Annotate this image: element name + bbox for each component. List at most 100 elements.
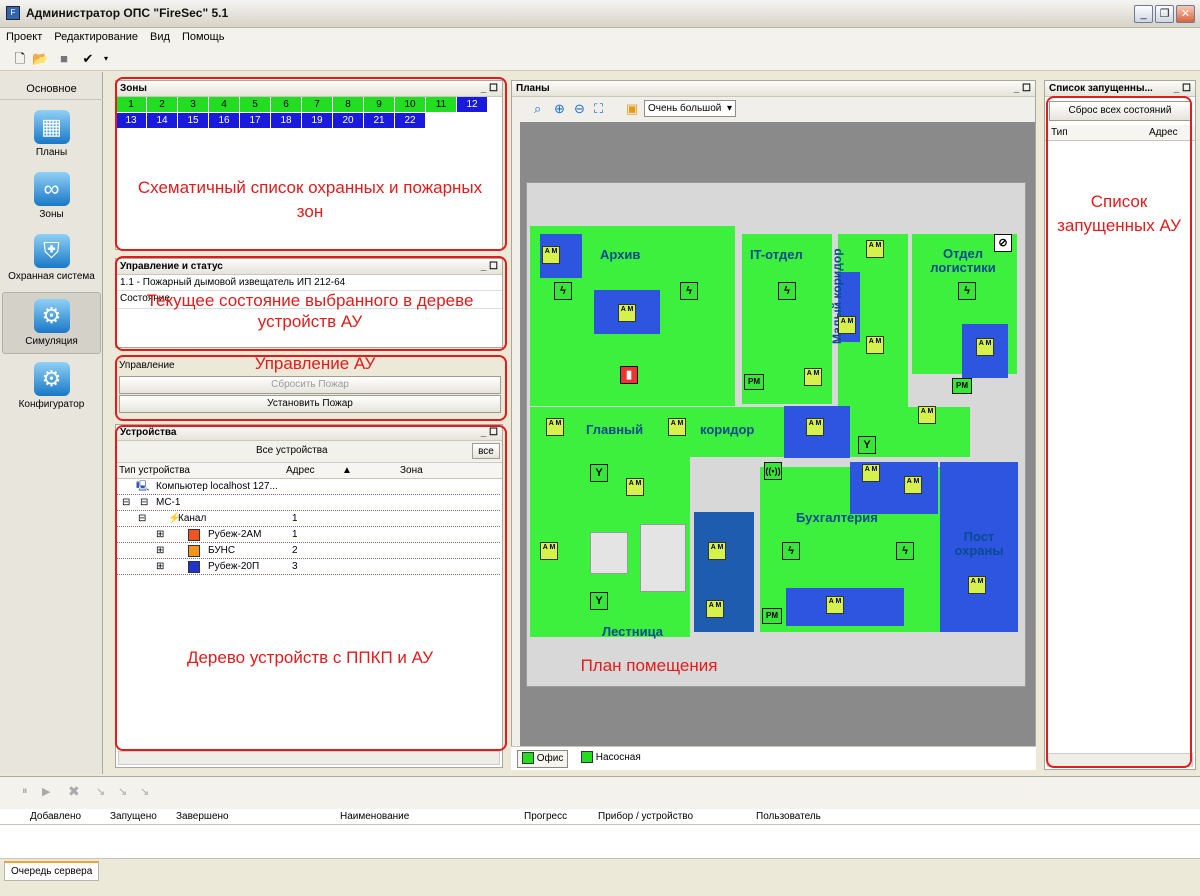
tab-office[interactable]: Офис [517, 750, 569, 768]
col-name[interactable]: Наименование [340, 811, 409, 822]
label-stairs: Лестница [602, 624, 664, 639]
detector-am-icon[interactable]: A M [546, 418, 564, 436]
detector-am-icon[interactable]: A M [976, 338, 994, 356]
detector-am-icon[interactable]: A M [618, 304, 636, 322]
switch-icon[interactable]: ϟ [554, 282, 572, 300]
switch-icon[interactable]: ϟ [782, 542, 800, 560]
col-finished[interactable]: Завершено [176, 811, 229, 822]
nav-item-plans[interactable]: ▦ Планы [2, 104, 101, 166]
zoom-select[interactable]: Очень большой ▾ [644, 100, 736, 117]
devices-scrollbar[interactable] [118, 751, 500, 765]
floor-plan-canvas[interactable]: Архив IT-отдел Отдел логистики Малый кор… [520, 122, 1035, 747]
tab-server-queue[interactable]: Очередь сервера [4, 861, 100, 881]
detector-am-icon[interactable]: A M [706, 600, 724, 618]
switch-icon[interactable]: ϟ [896, 542, 914, 560]
panel-controls[interactable]: _ ☐ [1174, 81, 1191, 97]
detector-am-icon[interactable]: A M [838, 316, 856, 334]
zoom-in-icon[interactable]: ⊕ [554, 101, 565, 117]
zoom-icon[interactable]: ⌕ [534, 101, 541, 117]
pm-module-icon[interactable]: PM [762, 608, 782, 624]
task-icon[interactable]: ↘ [96, 785, 105, 798]
save-icon[interactable]: ■ [56, 51, 72, 67]
pump-plan-icon [581, 751, 593, 764]
col-progress[interactable]: Прогресс [524, 811, 567, 822]
detector-am-icon[interactable]: A M [826, 596, 844, 614]
detector-am-icon[interactable]: A M [862, 464, 880, 482]
label-main: Главный [586, 422, 644, 437]
valve-y-icon[interactable]: Y [590, 464, 608, 482]
label-archive: Архив [600, 247, 641, 262]
check-icon[interactable]: ✔ [80, 51, 96, 67]
chevron-down-icon: ▾ [726, 103, 732, 114]
menu-help[interactable]: Помощь [176, 28, 231, 43]
nav-item-zones[interactable]: ∞ Зоны [2, 166, 101, 228]
detector-am-icon[interactable]: A M [542, 246, 560, 264]
task-icon[interactable]: ↘ [118, 785, 127, 798]
label-security-post: Пост охраны [954, 529, 1004, 558]
detector-am-icon[interactable]: A M [806, 418, 824, 436]
detector-am-icon[interactable]: A M [904, 476, 922, 494]
play-icon[interactable]: ▶ [42, 785, 50, 798]
layers-icon[interactable]: ▣ [626, 101, 638, 117]
dropdown-arrow-icon[interactable]: ▾ [98, 51, 114, 67]
zones-annotation: Схематичный список охранных и пожарных з… [137, 178, 483, 221]
switch-icon[interactable]: ϟ [778, 282, 796, 300]
col-added[interactable]: Добавлено [30, 811, 81, 822]
menu-edit[interactable]: Редактирование [48, 28, 144, 43]
col-user[interactable]: Пользователь [756, 811, 821, 822]
pause-icon[interactable]: ⏸ [22, 785, 28, 798]
window-title: Администратор ОПС "FireSec" 5.1 [26, 6, 229, 20]
maximize-icon[interactable]: ❐ [1155, 5, 1174, 23]
col-started[interactable]: Запущено [110, 811, 157, 822]
valve-y-icon[interactable]: Y [590, 592, 608, 610]
no-entry-icon[interactable]: ⊘ [994, 234, 1012, 252]
zone-blue [786, 588, 904, 626]
menu-view[interactable]: Вид [144, 28, 176, 43]
nav-header[interactable]: Основное [0, 78, 103, 100]
sounder-icon[interactable]: ((•)) [764, 462, 782, 480]
config-gear-icon: ⚙ [33, 362, 70, 396]
detector-am-icon[interactable]: A M [668, 418, 686, 436]
task-icon[interactable]: ↘ [140, 785, 149, 798]
detector-am-icon[interactable]: A M [968, 576, 986, 594]
detector-am-icon[interactable]: A M [626, 478, 644, 496]
zoom-out-icon[interactable]: ⊖ [574, 101, 585, 117]
tab-pump[interactable]: Насосная [577, 750, 645, 768]
detector-am-icon[interactable]: A M [708, 542, 726, 560]
detector-am-icon[interactable]: A M [918, 406, 936, 424]
detector-am-icon[interactable]: A M [804, 368, 822, 386]
minimize-icon[interactable]: _ [1134, 5, 1153, 23]
control-annotation: Текущее состояние выбранного в дереве ус… [146, 291, 474, 331]
close-icon[interactable]: ✕ [1176, 5, 1195, 23]
plans-header: Планы _ ☐ [512, 81, 1035, 97]
stair-blue [694, 512, 754, 632]
switch-icon[interactable]: ϟ [680, 282, 698, 300]
open-folder-icon[interactable]: 📂 [32, 51, 48, 67]
pm-module-icon[interactable]: PM [744, 374, 764, 390]
office-plan-icon [522, 752, 534, 765]
delete-icon[interactable]: ✖ [68, 783, 80, 800]
manage-annotation: Управление АУ [254, 354, 376, 373]
queue-toolbar: ⏸ ▶ ✖ ↘ ↘ ↘ [0, 777, 1200, 809]
nav-item-simulation[interactable]: ⚙ Симуляция [2, 292, 101, 354]
detector-am-icon[interactable]: A M [866, 336, 884, 354]
label-corridor: коридор [700, 422, 755, 437]
panel-controls[interactable]: _ ☐ [1014, 81, 1031, 97]
extinguisher-icon[interactable]: ▮ [620, 366, 638, 384]
zones-annotation-frame [115, 77, 507, 251]
detector-am-icon[interactable]: A M [866, 240, 884, 258]
nav-item-configurator[interactable]: ⚙ Конфигуратор [2, 356, 101, 418]
menu-project[interactable]: Проект [0, 28, 48, 43]
detector-am-icon[interactable]: A M [540, 542, 558, 560]
nav-item-security[interactable]: ⛨ Охранная система [2, 228, 101, 290]
col-device[interactable]: Прибор / устройство [598, 811, 693, 822]
bottom-tabs: Очередь сервера [0, 858, 1200, 896]
valve-y-icon[interactable]: Y [858, 436, 876, 454]
devices-annotation-frame [115, 425, 507, 751]
pm-module-icon[interactable]: PM [952, 378, 972, 394]
queue-grid-header: Добавлено Запущено Завершено Наименовани… [0, 809, 1200, 825]
new-file-icon[interactable]: 🗋 [12, 51, 28, 67]
launched-header: Список запущенны... _ ☐ [1045, 81, 1195, 97]
fit-icon[interactable]: ⛶ [594, 101, 603, 117]
switch-icon[interactable]: ϟ [958, 282, 976, 300]
